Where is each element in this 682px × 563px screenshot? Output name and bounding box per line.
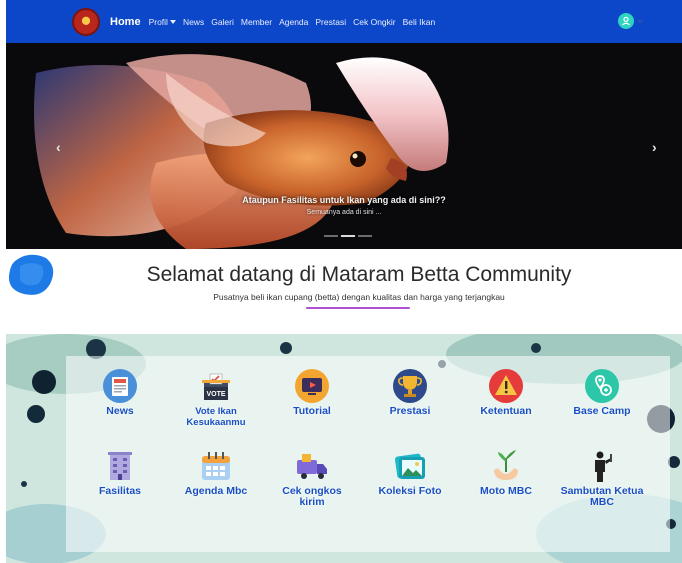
betta-fish-image (6, 43, 682, 249)
menu-label: Ketentuan (480, 405, 532, 417)
menu-item-cek-ongkos-kirim[interactable]: Cek ongkos kirim (270, 448, 354, 508)
menu-label: Fasilitas (98, 485, 142, 497)
menu-label: Prestasi (389, 405, 431, 417)
menu-panel: News VOTE Vote Ikan Kesukaanmu Tutorial (6, 334, 682, 563)
title-underline (306, 307, 410, 309)
menu-item-vote[interactable]: VOTE Vote Ikan Kesukaanmu (174, 368, 258, 428)
menu-item-sambutan-ketua[interactable]: Sambutan Ketua MBC (560, 448, 644, 508)
menu-item-agenda[interactable]: Agenda Mbc (174, 448, 258, 497)
speaker-person-icon (595, 451, 612, 482)
carousel-indicator[interactable] (324, 235, 338, 237)
vote-icon: VOTE (202, 373, 230, 400)
nav-profil-label: Profil (148, 16, 168, 27)
menu-item-ketentuan[interactable]: Ketentuan (464, 368, 548, 417)
menu-label: Sambutan Ketua MBC (560, 485, 644, 508)
welcome-subtitle: Pusatnya beli ikan cupang (betta) dengan… (213, 292, 505, 302)
carousel-prev-button[interactable]: ‹ (56, 139, 61, 155)
user-account-button[interactable] (618, 13, 634, 29)
welcome-title: Selamat datang di Mataram Betta Communit… (146, 263, 572, 286)
menu-item-moto-mbc[interactable]: Moto MBC (464, 448, 548, 497)
menu-item-prestasi[interactable]: Prestasi (368, 368, 452, 417)
carousel-caption-subtitle: Semuanya ada di sini ... (306, 209, 382, 216)
menu-item-news[interactable]: News (78, 368, 162, 417)
menu-label: Base Camp (573, 405, 631, 417)
carousel-indicator-active[interactable] (341, 235, 355, 237)
carousel-caption-title: Ataupun Fasilitas untuk Ikan yang ada di… (242, 195, 446, 205)
warning-icon (489, 369, 523, 403)
nav-galeri[interactable]: Galeri (211, 17, 234, 27)
menu-label: News (106, 405, 134, 417)
user-menu-chevron-icon[interactable] (637, 20, 643, 24)
menu-label: Tutorial (293, 405, 331, 417)
photo-icon (394, 453, 425, 479)
nav-links: Home Profil News Galeri Member Agenda Pr… (110, 0, 442, 43)
carousel-indicators (324, 235, 372, 237)
menu-label: Vote Ikan Kesukaanmu (186, 406, 246, 428)
menu-item-koleksi-foto[interactable]: Koleksi Foto (368, 448, 452, 497)
menu-label: Moto MBC (480, 485, 532, 497)
menu-label: Koleksi Foto (378, 485, 442, 497)
menu-item-tutorial[interactable]: Tutorial (270, 368, 354, 417)
building-icon (108, 452, 132, 480)
nav-agenda[interactable]: Agenda (279, 17, 308, 27)
menu-item-fasilitas[interactable]: Fasilitas (78, 448, 162, 497)
chevron-down-icon (169, 20, 176, 25)
nav-home[interactable]: Home (110, 16, 141, 28)
nav-prestasi[interactable]: Prestasi (315, 17, 346, 27)
mbc-logo[interactable] (72, 8, 100, 36)
menu-item-base-camp[interactable]: Base Camp (560, 368, 644, 417)
tutorial-icon (295, 369, 329, 403)
calendar-icon (202, 452, 230, 480)
nav-beli-ikan[interactable]: Beli Ikan (403, 17, 436, 27)
nav-member[interactable]: Member (241, 17, 272, 27)
delivery-truck-icon (297, 454, 327, 479)
carousel-indicator[interactable] (358, 235, 372, 237)
menu-label: Agenda Mbc (184, 485, 248, 497)
hero-carousel: ‹ › Ataupun Fasilitas untuk Ikan yang ad… (6, 43, 682, 249)
user-icon (622, 16, 630, 26)
nav-profil[interactable]: Profil (149, 17, 176, 27)
carousel-next-button[interactable]: › (652, 139, 657, 155)
news-icon (103, 369, 137, 403)
trophy-icon (393, 369, 427, 403)
nav-news[interactable]: News (183, 17, 204, 27)
menu-label: Cek ongkos kirim (282, 485, 342, 508)
plant-hand-icon (494, 450, 518, 480)
nav-cek-ongkir[interactable]: Cek Ongkir (353, 17, 396, 27)
base-camp-icon (585, 369, 619, 403)
navbar: Home Profil News Galeri Member Agenda Pr… (6, 0, 682, 43)
svg-text:VOTE: VOTE (206, 391, 225, 398)
